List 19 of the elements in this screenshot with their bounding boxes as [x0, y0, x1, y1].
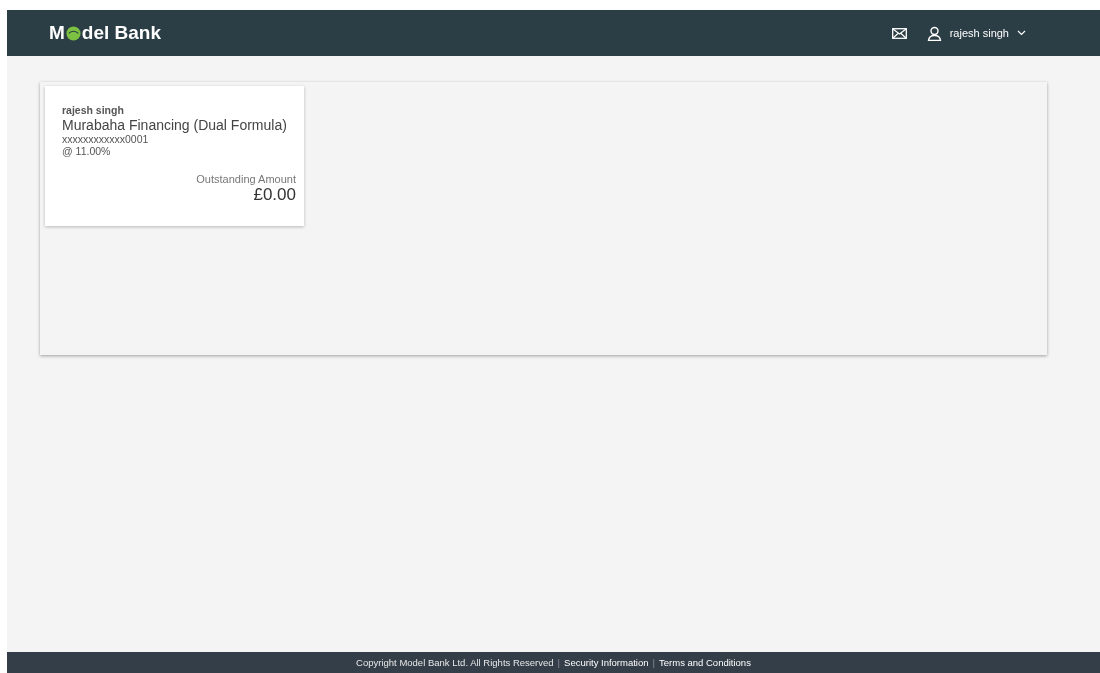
user-icon [926, 25, 942, 41]
user-menu-button[interactable]: rajesh singh [926, 25, 1026, 41]
product-name: Murabaha Financing (Dual Formula) [62, 117, 288, 133]
footer-link[interactable]: Terms and Conditions [659, 657, 751, 668]
interest-rate: @ 11.00% [62, 145, 112, 157]
separator: | [557, 657, 561, 668]
amount-label: Outstanding Amount [195, 173, 296, 185]
logo-icon [65, 25, 81, 41]
holder-name: rajesh singh [62, 104, 125, 116]
account-card[interactable]: rajesh singh Murabaha Financing (Dual Formula) xxxxxxxxxxxx0001 @ 11.00% Outstanding Amount £0.00 [45, 86, 304, 226]
separator: | [652, 657, 655, 668]
copyright-text: Copyright Model Bank Ltd. All Rights Reserved [356, 657, 554, 668]
footer-link[interactable]: Security Information [564, 657, 649, 668]
logo-text: del Bank [81, 22, 162, 44]
caret-icon [1017, 30, 1026, 36]
account-number: xxxxxxxxxxxx0001 [62, 133, 150, 145]
mail-icon[interactable] [891, 27, 907, 39]
amount-value: £0.00 [252, 185, 296, 205]
logo-text: M [49, 22, 65, 44]
